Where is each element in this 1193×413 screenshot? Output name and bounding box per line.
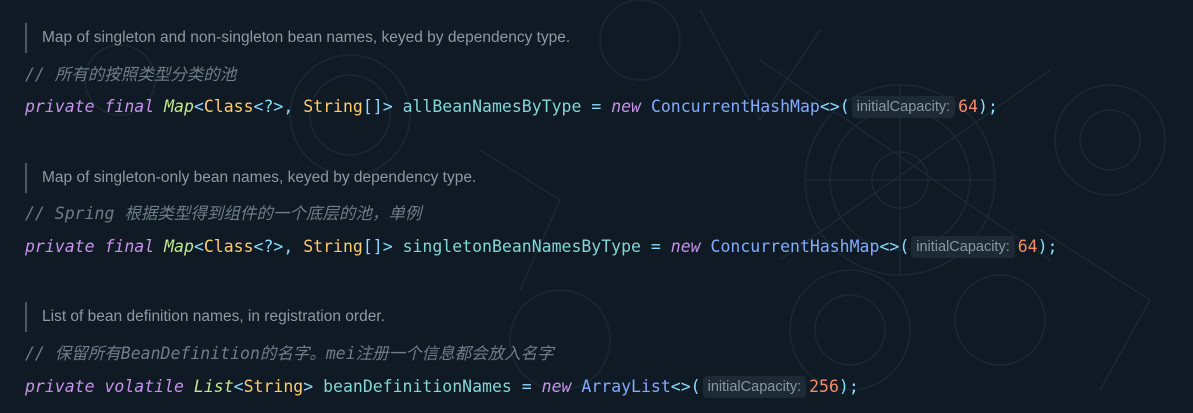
field-name[interactable]: allBeanNamesByType	[403, 97, 582, 116]
constructor-name[interactable]: ConcurrentHashMap	[711, 237, 880, 256]
angle-close: >	[303, 377, 314, 396]
assign-operator: =	[650, 237, 661, 256]
code-line[interactable]: private final Map<Class<?>, String[]> al…	[25, 95, 998, 119]
field-name[interactable]: beanDefinitionNames	[323, 377, 512, 396]
line-comment: // 所有的按照类型分类的池	[25, 65, 237, 84]
type-string: String	[243, 377, 304, 396]
comma: ,	[283, 97, 294, 116]
keyword-new: new	[670, 237, 701, 256]
type-list: List	[193, 377, 234, 396]
type-class: Class	[203, 97, 254, 116]
constructor-name[interactable]: ArrayList	[581, 377, 670, 396]
diamond: <>	[819, 97, 840, 116]
code-line[interactable]: private final Map<Class<?>, String[]> si…	[25, 235, 1058, 259]
parameter-hint: initialCapacity:	[851, 96, 956, 118]
type-map: Map	[164, 97, 194, 116]
number-literal: 64	[1017, 237, 1038, 256]
assign-operator: =	[591, 97, 602, 116]
code-line[interactable]: private volatile List<String> beanDefini…	[25, 375, 859, 399]
angle-close: >	[382, 237, 393, 256]
keyword-private: private	[25, 237, 95, 256]
doc-text: Map of singleton and non-singleton bean …	[42, 29, 571, 46]
number-literal: 64	[958, 97, 979, 116]
type-map: Map	[164, 237, 194, 256]
code-editor[interactable]: Map of singleton and non-singleton bean …	[0, 0, 1193, 413]
angle-close: >	[382, 97, 393, 116]
line-comment: // 保留所有BeanDefinition的名字。mei注册一个信息都会放入名字	[25, 344, 554, 363]
wildcard: <?>	[253, 97, 284, 116]
paren-open: (	[839, 97, 850, 116]
keyword-private: private	[25, 377, 95, 396]
angle-open: <	[233, 377, 244, 396]
constructor-name[interactable]: ConcurrentHashMap	[651, 97, 820, 116]
parameter-hint: initialCapacity:	[911, 236, 1015, 258]
angle-open: <	[193, 97, 204, 116]
type-class: Class	[203, 237, 254, 256]
diamond: <>	[879, 237, 900, 256]
type-string: String	[303, 97, 363, 116]
doc-text: List of bean definition names, in regist…	[42, 308, 385, 325]
keyword-new: new	[541, 377, 572, 396]
doc-comment: Map of singleton-only bean names, keyed …	[25, 163, 476, 193]
doc-text: Map of singleton-only bean names, keyed …	[42, 169, 477, 186]
keyword-volatile: volatile	[104, 377, 184, 396]
assign-operator: =	[521, 377, 532, 396]
doc-comment: Map of singleton and non-singleton bean …	[25, 23, 570, 53]
field-name[interactable]: singletonBeanNamesByType	[403, 237, 641, 256]
angle-open: <	[193, 237, 204, 256]
paren-open: (	[690, 377, 701, 396]
line-comment: // Spring 根据类型得到组件的一个底层的池，单例	[25, 204, 422, 223]
wildcard: <?>	[253, 237, 284, 256]
paren-open: (	[899, 237, 910, 256]
keyword-final: final	[104, 97, 155, 116]
array-brackets: []	[362, 97, 383, 116]
paren-close: );	[978, 97, 998, 116]
doc-comment: List of bean definition names, in regist…	[25, 302, 385, 332]
paren-close: );	[838, 377, 859, 396]
keyword-private: private	[25, 97, 95, 116]
parameter-hint: initialCapacity:	[702, 376, 807, 398]
array-brackets: []	[362, 237, 383, 256]
comma: ,	[283, 237, 294, 256]
paren-close: );	[1037, 237, 1058, 256]
type-string: String	[303, 237, 363, 256]
diamond: <>	[670, 377, 691, 396]
keyword-final: final	[104, 237, 155, 256]
number-literal: 256	[809, 377, 839, 396]
keyword-new: new	[611, 97, 641, 116]
